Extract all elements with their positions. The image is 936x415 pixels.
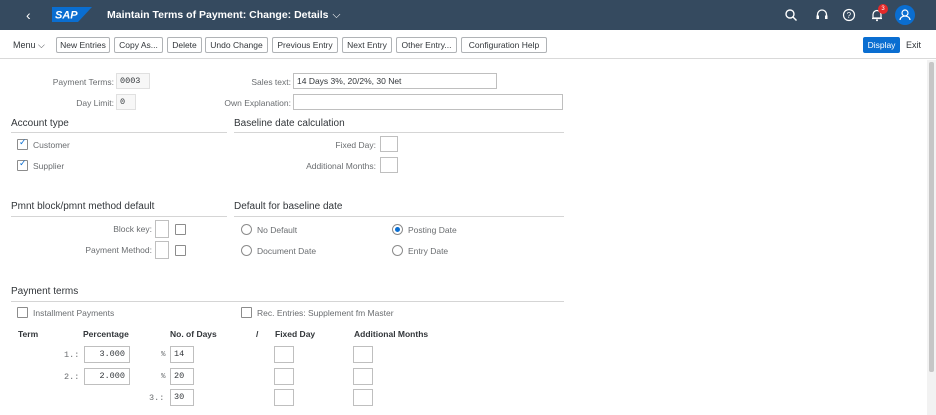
search-icon[interactable] — [784, 8, 798, 22]
col-slash: / — [256, 329, 259, 339]
sap-logo-text: SAP — [55, 10, 78, 22]
radio-document-date-label: Document Date — [257, 246, 317, 256]
additional-months-field[interactable] — [380, 157, 398, 173]
payment-method-label: Payment Method: — [85, 245, 152, 255]
pmnt-block-title: Pmnt block/pmnt method default — [11, 201, 155, 212]
radio-no-default[interactable] — [241, 224, 252, 235]
installment-payments-checkbox[interactable] — [17, 307, 28, 318]
day-limit-field[interactable]: 0 — [116, 94, 136, 110]
percent-sign-1: % — [161, 351, 166, 359]
fixed-day-label: Fixed Day: — [335, 140, 376, 150]
vertical-scrollbar[interactable] — [927, 60, 936, 415]
toolbar: Menu ⌵ New Entries Copy As... Delete Und… — [0, 30, 936, 59]
baseline-calc-divider — [234, 132, 564, 133]
additional-months-field-2[interactable] — [353, 368, 373, 385]
payment-terms-field[interactable]: 0003 — [116, 73, 150, 89]
customer-checkbox[interactable]: ✓ — [17, 137, 28, 150]
chevron-down-icon: ⌵ — [332, 9, 341, 21]
fixed-day-field[interactable] — [380, 136, 398, 152]
default-baseline-title: Default for baseline date — [234, 201, 343, 212]
own-explanation-field[interactable] — [293, 94, 563, 110]
radio-entry-date-label: Entry Date — [408, 246, 449, 256]
configuration-help-button[interactable]: Configuration Help — [461, 37, 547, 53]
percent-sign-2: % — [161, 373, 166, 381]
radio-posting-date[interactable] — [392, 224, 403, 235]
payment-terms-label: Payment Terms: — [52, 77, 114, 87]
radio-no-default-label: No Default — [257, 225, 298, 235]
menu-button[interactable]: Menu ⌵ — [13, 40, 45, 51]
days-field-1[interactable]: 14 — [170, 346, 194, 363]
sales-text-field[interactable]: 14 Days 3%, 20/2%, 30 Net — [293, 73, 497, 89]
term-row-3-label: 3.: — [149, 393, 165, 403]
block-key-field[interactable] — [155, 220, 169, 238]
supplier-label: Supplier — [33, 161, 65, 171]
app-title: Maintain Terms of Payment: Change: Detai… — [107, 9, 329, 21]
new-entries-button[interactable]: New Entries — [56, 37, 110, 53]
term-row-1-label: 1.: — [64, 350, 80, 360]
previous-entry-button[interactable]: Previous Entry — [272, 37, 338, 53]
customer-label: Customer — [33, 140, 70, 150]
payment-method-field[interactable] — [155, 241, 169, 259]
svg-text:?: ? — [847, 11, 852, 20]
fixed-day-field-3[interactable] — [274, 389, 294, 406]
block-key-checkbox[interactable] — [175, 224, 186, 235]
check-icon: ✓ — [19, 158, 27, 168]
additional-months-label: Additional Months: — [306, 161, 376, 171]
exit-button[interactable]: Exit — [906, 40, 921, 50]
installment-payments-label: Installment Payments — [33, 308, 115, 318]
days-field-2[interactable]: 20 — [170, 368, 194, 385]
col-term: Term — [18, 329, 39, 339]
sap-logo[interactable]: SAP — [52, 7, 92, 22]
undo-change-button[interactable]: Undo Change — [205, 37, 268, 53]
supplier-checkbox[interactable]: ✓ — [17, 158, 28, 171]
avatar[interactable] — [895, 5, 915, 25]
radio-entry-date[interactable] — [392, 245, 403, 256]
notification-badge: 3 — [878, 4, 888, 14]
shell-bar: ‹ SAP Maintain Terms of Payment: Change:… — [0, 0, 936, 30]
other-entry-button[interactable]: Other Entry... — [396, 37, 457, 53]
col-percentage: Percentage — [83, 329, 129, 339]
own-explanation-label: Own Explanation: — [224, 98, 291, 108]
fixed-day-field-1[interactable] — [274, 346, 294, 363]
rec-entries-checkbox[interactable] — [241, 307, 252, 318]
headset-icon[interactable] — [815, 8, 829, 22]
account-type-divider — [11, 132, 227, 133]
additional-months-field-1[interactable] — [353, 346, 373, 363]
copy-as-button[interactable]: Copy As... — [114, 37, 163, 53]
block-key-label: Block key: — [113, 224, 152, 234]
scrollbar-thumb[interactable] — [929, 62, 934, 372]
check-icon: ✓ — [19, 137, 27, 147]
display-button[interactable]: Display — [863, 37, 900, 53]
payment-terms-title: Payment terms — [11, 286, 79, 297]
col-fixed-day: Fixed Day — [275, 329, 316, 339]
account-type-title: Account type — [11, 118, 69, 129]
help-icon[interactable]: ? — [842, 8, 856, 22]
percentage-field-2[interactable]: 2.000 — [84, 368, 130, 385]
pmnt-block-divider — [11, 216, 227, 217]
radio-posting-date-label: Posting Date — [408, 225, 457, 235]
term-row-2-label: 2.: — [64, 372, 80, 382]
back-button[interactable]: ‹ — [26, 7, 31, 23]
day-limit-label: Day Limit: — [76, 98, 114, 108]
next-entry-button[interactable]: Next Entry — [342, 37, 392, 53]
additional-months-field-3[interactable] — [353, 389, 373, 406]
col-additional-months: Additional Months — [354, 329, 429, 339]
radio-document-date[interactable] — [241, 245, 252, 256]
radio-selected-dot — [395, 227, 400, 232]
sales-text-label: Sales text: — [251, 77, 291, 87]
fixed-day-field-2[interactable] — [274, 368, 294, 385]
col-no-of-days: No. of Days — [170, 329, 217, 339]
baseline-calc-title: Baseline date calculation — [234, 118, 345, 129]
default-baseline-divider — [234, 216, 564, 217]
details-form: Payment Terms: 0003 Day Limit: 0 Sales t… — [0, 60, 927, 415]
user-icon — [899, 9, 911, 21]
percentage-field-1[interactable]: 3.000 — [84, 346, 130, 363]
app-title-menu[interactable]: Maintain Terms of Payment: Change: Detai… — [107, 9, 340, 22]
delete-button[interactable]: Delete — [167, 37, 202, 53]
payment-terms-divider — [11, 301, 564, 302]
days-field-3[interactable]: 30 — [170, 389, 194, 406]
rec-entries-label: Rec. Entries: Supplement fm Master — [257, 308, 394, 318]
payment-method-checkbox[interactable] — [175, 245, 186, 256]
